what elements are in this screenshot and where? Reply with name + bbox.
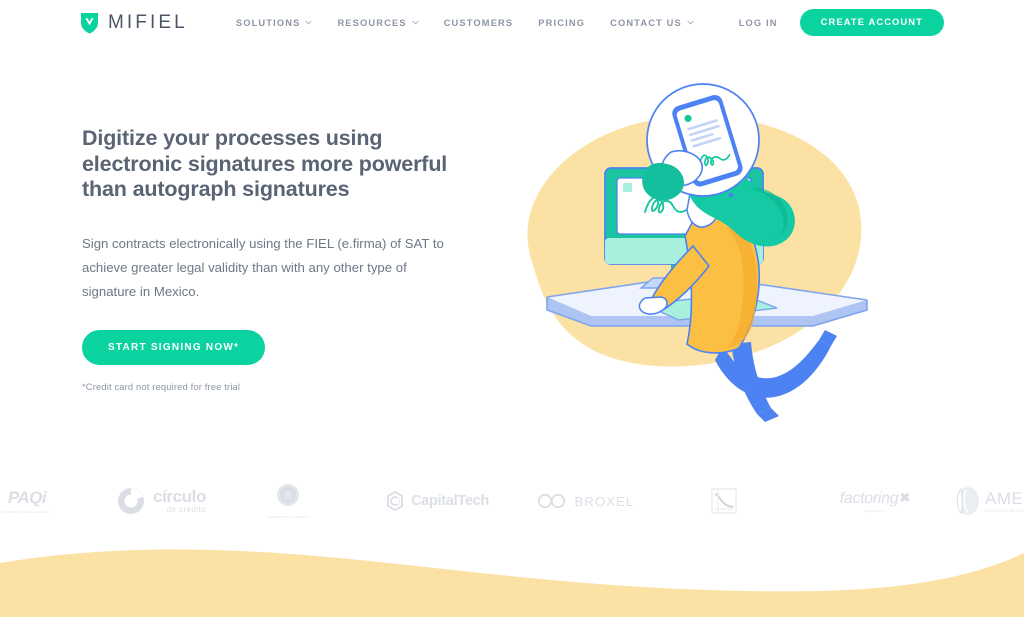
factoring-logo: factoring ✖ corporativo bbox=[810, 470, 940, 532]
chevron-down-icon bbox=[305, 20, 313, 25]
nav-item-pricing[interactable]: PRICING bbox=[538, 18, 585, 28]
brand-name: MIFIEL bbox=[108, 11, 188, 33]
capitaltech-logo: CapitalTech bbox=[372, 470, 502, 532]
partner-logo-label: PAQi bbox=[7, 488, 47, 507]
chevron-down-icon bbox=[687, 20, 694, 25]
ame-mark-icon bbox=[956, 487, 979, 515]
nav-item-label: CUSTOMERS bbox=[443, 17, 514, 28]
person-signing-document-illustration bbox=[495, 78, 895, 422]
partner-logo-label: AME bbox=[985, 488, 1024, 508]
nav-item-contact-us[interactable]: CONTACT US bbox=[610, 18, 694, 28]
paqi-logo: PAQi EL CREDITO QUE LLEGA A TI bbox=[0, 470, 72, 532]
landing-page: MIFIEL SOLUTIONS RESOURCES CUSTOMERS PRI… bbox=[0, 0, 1024, 617]
chevron-down-icon bbox=[412, 20, 419, 25]
create-account-button[interactable]: CREATE ACCOUNT bbox=[799, 9, 944, 36]
seal-mark-icon bbox=[277, 484, 299, 506]
page-title: Digitize your processes using electronic… bbox=[82, 126, 448, 201]
site-header: MIFIEL SOLUTIONS RESOURCES CUSTOMERS PRI… bbox=[0, 0, 1024, 45]
brand-logo[interactable]: MIFIEL bbox=[80, 12, 188, 34]
chart-mark-icon bbox=[711, 488, 737, 514]
partner-logo-sub: ASOCIACIÓN MEXICANA bbox=[985, 508, 1024, 513]
nav-item-resources[interactable]: RESOURCES bbox=[337, 17, 419, 28]
mifiel-shield-icon bbox=[81, 12, 98, 34]
ame-logo: AME ASOCIACIÓN MEXICANA bbox=[952, 470, 1024, 532]
partner-logo-strip: PAQi EL CREDITO QUE LLEGA A TI círculo d… bbox=[0, 470, 1024, 532]
nav-item-solutions[interactable]: SOLUTIONS bbox=[236, 18, 313, 28]
start-signing-button[interactable]: START SIGNING NOW* bbox=[82, 329, 266, 365]
nav-item-label: PRICING bbox=[538, 17, 586, 28]
footer-wave-shape bbox=[0, 549, 1024, 617]
partner-logo-label: factoring bbox=[839, 489, 899, 507]
nav-item-label: SOLUTIONS bbox=[235, 17, 301, 28]
header-actions: LOG IN CREATE ACCOUNT bbox=[739, 9, 944, 36]
login-link[interactable]: LOG IN bbox=[739, 18, 778, 28]
partner-logo-sub: EL CREDITO QUE LLEGA A TI bbox=[0, 510, 54, 514]
circulo-logo: círculo de crédito bbox=[96, 470, 226, 532]
hero-illustration-svg bbox=[527, 83, 868, 422]
footer-wave bbox=[0, 517, 1024, 617]
hero-subcopy: Sign contracts electronically using the … bbox=[82, 235, 444, 299]
partner-logo-label: círculo bbox=[153, 487, 206, 506]
partner-logo-sub: CAMARA DE COMERCIO bbox=[267, 515, 309, 519]
broxel-mark-icon bbox=[537, 493, 565, 509]
main-nav: SOLUTIONS RESOURCES CUSTOMERS PRICING CO… bbox=[236, 18, 694, 28]
partner-logo-sub: corporativo bbox=[863, 508, 887, 513]
hero-copy: Digitize your processes using electronic… bbox=[82, 126, 482, 392]
partner-logo-sub: de crédito bbox=[166, 505, 206, 514]
circulo-mark-icon bbox=[118, 488, 145, 514]
nav-item-customers[interactable]: CUSTOMERS bbox=[444, 18, 514, 28]
nav-item-label: RESOURCES bbox=[337, 17, 407, 28]
nav-item-label: CONTACT US bbox=[610, 17, 682, 28]
factoring-x-icon: ✖ bbox=[899, 489, 911, 505]
broxel-logo: BROXEL bbox=[520, 470, 650, 532]
hero-disclaimer: *Credit card not required for free trial bbox=[82, 380, 241, 392]
partner-logo-label: BROXEL bbox=[574, 493, 635, 509]
partner-logo-label: CapitalTech bbox=[411, 492, 489, 509]
capitaltech-mark-icon bbox=[387, 491, 404, 511]
chart-logo bbox=[684, 470, 764, 532]
seal-logo: CAMARA DE COMERCIO bbox=[248, 470, 328, 532]
